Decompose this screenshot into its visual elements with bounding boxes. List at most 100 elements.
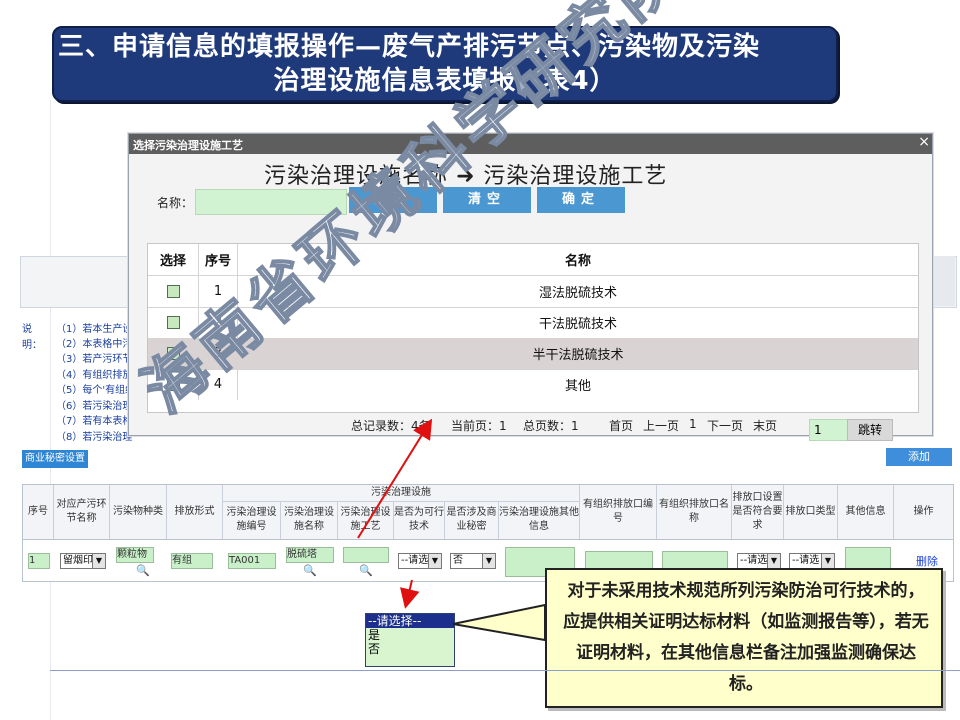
row-checkbox-cell[interactable] [148, 307, 199, 338]
chevron-down-icon: ▼ [821, 554, 834, 568]
seq-input[interactable]: 1 [28, 553, 50, 569]
facility-tech-input[interactable] [343, 547, 389, 563]
clear-button[interactable]: 清空 [443, 187, 531, 213]
col-emission-form: 排放形式 [167, 485, 223, 539]
feasible-select[interactable]: --请选 ▼ [398, 553, 442, 569]
first-page-link[interactable]: 首页 [609, 417, 633, 434]
col-name: 名称 [564, 254, 591, 269]
row-no: 4 [199, 369, 238, 400]
total-records: 总记录数：4条 [351, 419, 431, 433]
table-row[interactable]: 3 半干法脱硫技术 [148, 338, 918, 370]
table-row[interactable]: 2 干法脱硫技术 [148, 307, 918, 339]
facility-name-input[interactable]: 脱硫塔 [286, 547, 334, 563]
add-button[interactable]: 添加 [886, 448, 952, 466]
checkbox[interactable] [166, 285, 180, 298]
table-header: 选择 序号 名称 [148, 244, 918, 276]
col-ops: 操作 [913, 506, 934, 517]
dropdown-option[interactable]: 否 [366, 642, 454, 656]
col-link: 对应产污环节名称 [54, 485, 110, 539]
note-item: （1）若本生产设 [56, 324, 133, 335]
link-select[interactable]: 留烟印 ▼ [60, 553, 106, 569]
slide-title-box: 三、申请信息的填报操作—废气产排污节点、污染物及污染 治理设施信息表填报（表4） [52, 26, 838, 102]
secret-select[interactable]: 否 ▼ [450, 553, 496, 569]
note-item: （5）每个'有组织 [56, 385, 136, 396]
select-technology-dialog: 选择污染治理设施工艺 × 污染治理设施名称 ➜ 污染治理设施工艺 名称： 查询 … [128, 133, 933, 441]
notes-label: 说明： [22, 324, 42, 351]
chevron-down-icon: ▼ [482, 554, 495, 568]
page-number[interactable]: 1 [689, 417, 697, 431]
confirm-button[interactable]: 确定 [537, 187, 625, 213]
note-callout: 对于未采用技术规范所列污染防治可行技术的，应提供相关证明达标材料（如监测报告等）… [545, 568, 943, 708]
dialog-titlebar: 选择污染治理设施工艺 × [129, 134, 932, 154]
search-icon[interactable]: 🔍 [359, 564, 373, 577]
checkbox[interactable] [166, 378, 180, 391]
name-input[interactable] [195, 189, 347, 215]
close-icon[interactable]: × [918, 134, 930, 150]
emission-form-select[interactable]: 有组 [171, 553, 213, 569]
next-page-link[interactable]: 下一页 [707, 417, 743, 434]
row-checkbox-cell[interactable] [148, 369, 199, 400]
col-fac-other: 污染治理设施其他信息 [499, 501, 580, 539]
outlet-type-select[interactable]: --请选 ▼ [789, 553, 835, 569]
row-no: 3 [199, 338, 238, 369]
row-name: 其他 [564, 379, 591, 394]
chevron-down-icon: ▼ [767, 554, 780, 568]
facility-no-input[interactable]: TA001 [228, 553, 276, 569]
feasible-dropdown[interactable]: --请选择-- 是 否 [365, 613, 455, 667]
checkbox[interactable] [166, 316, 180, 329]
row-name: 干法脱硫技术 [538, 317, 617, 332]
col-fac-tech: 污染治理设施工艺 [338, 501, 394, 539]
row-no: 1 [199, 276, 238, 307]
checkbox[interactable] [166, 347, 180, 360]
trade-secret-button[interactable]: 商业秘密设置 [22, 450, 88, 468]
col-fac-no: 污染治理设施编号 [223, 501, 281, 539]
row-name: 半干法脱硫技术 [532, 348, 624, 363]
query-button[interactable]: 查询 [349, 187, 437, 213]
callout-pointer [452, 603, 546, 642]
search-icon[interactable]: 🔍 [136, 564, 150, 577]
row-checkbox-cell[interactable] [148, 338, 199, 369]
outlet-req-select[interactable]: --请选 ▼ [737, 553, 781, 569]
search-icon[interactable]: 🔍 [303, 564, 317, 577]
name-label: 名称： [157, 196, 194, 210]
col-outlet-name: 有组织排放口名称 [657, 485, 732, 539]
note-item: （4）有组织排放 [56, 370, 133, 381]
dialog-heading: 污染治理设施名称 ➜ 污染治理设施工艺 [264, 164, 668, 189]
slide-rule [50, 100, 51, 720]
col-outlet-no: 有组织排放口编号 [580, 485, 657, 539]
col-seq: 序号 [23, 485, 54, 539]
total-pages: 总页数：1 [523, 419, 579, 433]
col-other-info: 其他信息 [838, 485, 894, 539]
goto-page-input[interactable]: 1 [809, 419, 849, 441]
col-select: 选择 [148, 244, 199, 275]
col-feasible: 是否为可行技术 [394, 501, 445, 539]
background-form-scroll [930, 256, 955, 306]
chevron-down-icon: ▼ [92, 554, 105, 568]
row-checkbox-cell[interactable] [148, 276, 199, 307]
goto-button[interactable]: 跳转 [847, 419, 893, 441]
last-page-link[interactable]: 末页 [753, 417, 777, 434]
table-row[interactable]: 4 其他 [148, 369, 918, 400]
arrow-to-dropdown [400, 579, 420, 609]
table-row[interactable]: 1 湿法脱硫技术 [148, 276, 918, 308]
dropdown-option[interactable]: --请选择-- [366, 614, 454, 628]
chevron-down-icon: ▼ [428, 554, 441, 568]
prev-page-link[interactable]: 上一页 [643, 417, 679, 434]
note-item: （2）本表格中污 [56, 339, 133, 350]
slide-title-line1: 三、申请信息的填报操作—废气产排污节点、污染物及污染 [58, 32, 761, 62]
technology-table: 选择 序号 名称 1 湿法脱硫技术 2 干法脱硫技术 3 半干法脱硫技术 4 其… [147, 243, 919, 413]
row-no: 2 [199, 307, 238, 338]
delete-link[interactable]: 删除 [916, 553, 938, 569]
note-item: （8）若污染治理 [56, 432, 133, 443]
slide-title-line2: 治理设施信息表填报（表4） [273, 66, 617, 96]
pollutant-input[interactable]: 颗粒物 [116, 547, 154, 563]
col-outlet-req: 排放口设置是否符合要求 [732, 485, 784, 539]
dropdown-option[interactable]: 是 [366, 628, 454, 642]
col-fac-name: 污染治理设施名称 [281, 501, 338, 539]
dialog-body: 污染治理设施名称 ➜ 污染治理设施工艺 名称： 查询 清空 确定 选择 序号 名… [129, 154, 932, 441]
col-group-facility: 污染治理设施 [223, 485, 580, 502]
row-name: 湿法脱硫技术 [538, 286, 617, 301]
table-header: 序号 对应产污环节名称 污染物种类 排放形式 污染治理设施 污染治理设施编号 污… [23, 485, 953, 540]
note-item: （3）若产污环节 [56, 354, 133, 365]
note-item: （6）若污染治理 [56, 401, 133, 412]
